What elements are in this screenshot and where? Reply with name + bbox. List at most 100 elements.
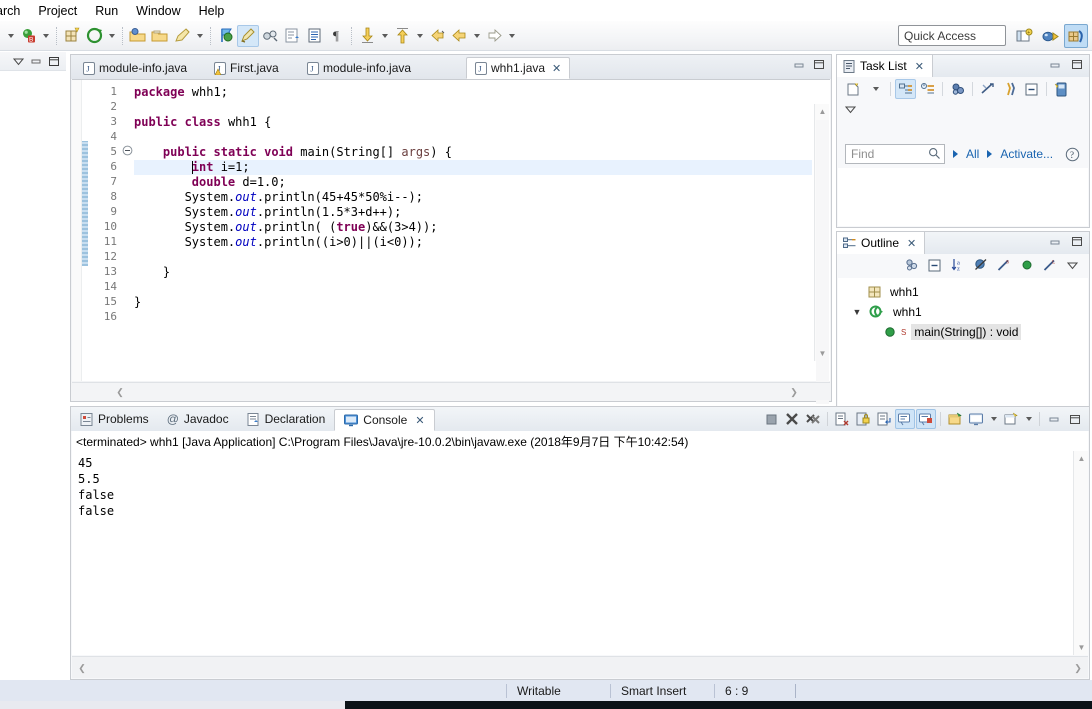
terminate-square-icon[interactable] — [761, 409, 781, 429]
down-arrow-yellow-icon[interactable] — [356, 25, 378, 47]
package-explorer-tree[interactable] — [0, 71, 66, 680]
editor-vertical-scrollbar[interactable]: ▲ ▼ — [814, 104, 830, 404]
task-list-content[interactable] — [838, 168, 1088, 226]
scroll-down-arrow[interactable]: ▼ — [1074, 640, 1089, 655]
editor-tab-whh1-java[interactable]: J whh1.java ✕ — [466, 57, 571, 79]
task-list-tab[interactable]: Task List ✕ — [837, 55, 933, 77]
task-repository-icon[interactable] — [1051, 79, 1072, 99]
hide-fields-icon[interactable] — [970, 255, 991, 275]
debug-bug-icon[interactable]: B — [17, 25, 39, 47]
new-wizard-dropdown[interactable] — [4, 25, 17, 47]
close-icon[interactable]: ✕ — [915, 60, 924, 73]
scheduled-presentation-icon[interactable] — [917, 79, 938, 99]
outline-node-method[interactable]: S main(String[]) : void — [838, 322, 1088, 342]
new-task-icon[interactable] — [843, 79, 864, 99]
synchronize-icon[interactable] — [977, 79, 998, 99]
link-chain-icon[interactable] — [259, 25, 281, 47]
back-arrow-icon[interactable] — [448, 25, 470, 47]
close-icon[interactable]: ✕ — [552, 62, 561, 75]
close-icon[interactable]: ✕ — [415, 414, 424, 427]
filter-all-link[interactable]: All — [966, 147, 979, 161]
word-wrap-icon[interactable] — [874, 409, 894, 429]
debug-dropdown[interactable] — [39, 25, 52, 47]
chevron-down-icon[interactable]: ▼ — [850, 307, 864, 317]
minimize-icon[interactable] — [1049, 60, 1061, 70]
maximize-icon[interactable] — [1065, 409, 1085, 429]
previous-annotation-dropdown[interactable] — [413, 25, 426, 47]
fold-collapse-icon[interactable] — [122, 145, 134, 160]
back-history-dropdown[interactable] — [470, 25, 483, 47]
display-console-dropdown[interactable] — [987, 409, 1000, 429]
menu-item-run[interactable]: Run — [86, 2, 127, 20]
new-package-icon[interactable] — [61, 25, 83, 47]
pilcrow-icon[interactable]: ¶ — [325, 25, 347, 47]
search-flag-icon[interactable] — [215, 25, 237, 47]
search-icon[interactable] — [928, 147, 941, 160]
scroll-down-arrow[interactable]: ▼ — [815, 346, 830, 361]
external-tools-dropdown[interactable] — [193, 25, 206, 47]
new-task-dropdown[interactable] — [865, 79, 886, 99]
scroll-right-arrow[interactable]: ❯ — [1070, 659, 1086, 677]
code-line[interactable]: System.out.println(45+45*50%i--); — [134, 190, 812, 205]
minimize-icon[interactable] — [1044, 409, 1064, 429]
collapse-all-icon[interactable] — [924, 255, 945, 275]
display-console-icon[interactable] — [966, 409, 986, 429]
declaration-icon[interactable] — [281, 25, 303, 47]
code-line[interactable]: System.out.println(1.5*3+d++); — [134, 205, 812, 220]
next-annotation-dropdown[interactable] — [378, 25, 391, 47]
close-icon[interactable]: ✕ — [907, 237, 916, 250]
code-line[interactable]: System.out.println((i>0)||(i<0)); — [134, 235, 812, 250]
menu-item-help[interactable]: Help — [190, 2, 234, 20]
clear-console-icon[interactable] — [832, 409, 852, 429]
code-line[interactable] — [134, 250, 812, 265]
editor-tab-module-info-2[interactable]: J module-info.java — [299, 57, 419, 79]
remove-all-xx-icon[interactable] — [803, 409, 823, 429]
view-menu-icon[interactable] — [845, 105, 856, 114]
open-console-icon[interactable] — [1001, 409, 1021, 429]
last-edit-location-icon[interactable] — [426, 25, 448, 47]
code-line[interactable]: System.out.println( (true)&&(3>4)); — [134, 220, 812, 235]
activate-link[interactable]: Activate... — [1000, 147, 1053, 161]
console-output[interactable]: 45 5.5 false false — [72, 451, 1073, 655]
categorized-presentation-icon[interactable] — [895, 79, 916, 99]
menu-item-search[interactable]: arch — [0, 2, 29, 20]
forward-history-dropdown[interactable] — [505, 25, 518, 47]
open-type-folder-icon[interactable] — [127, 25, 149, 47]
maximize-icon[interactable] — [1071, 236, 1083, 247]
tab-declaration[interactable]: Declaration — [238, 407, 335, 431]
code-line[interactable] — [134, 130, 812, 145]
editor-tab-first-java[interactable]: J First.java — [206, 57, 287, 79]
collapse-all-icon[interactable] — [1021, 79, 1042, 99]
debug-perspective-icon[interactable] — [1038, 24, 1062, 48]
code-line[interactable]: } — [134, 265, 812, 280]
open-perspective-icon[interactable]: + — [1012, 24, 1036, 48]
code-line[interactable]: int i=1; — [134, 160, 812, 175]
focus-task-icon[interactable] — [901, 255, 922, 275]
show-on-error-icon[interactable] — [916, 409, 936, 429]
hide-local-icon[interactable]: L — [1039, 255, 1060, 275]
code-line[interactable]: public static void main(String[] args) { — [134, 145, 812, 160]
code-line[interactable] — [134, 100, 812, 115]
forward-arrow-icon[interactable] — [483, 25, 505, 47]
lines-doc-icon[interactable] — [303, 25, 325, 47]
scroll-thumb[interactable] — [816, 120, 829, 404]
pin-console-icon[interactable] — [945, 409, 965, 429]
open-task-folder-icon[interactable] — [149, 25, 171, 47]
outline-tab[interactable]: Outline ✕ — [837, 232, 926, 254]
pencil-icon[interactable] — [171, 25, 193, 47]
code-line[interactable]: public class whh1 { — [134, 115, 812, 130]
minimize-icon[interactable] — [1049, 237, 1061, 247]
scroll-left-arrow[interactable]: ❮ — [112, 383, 128, 401]
code-line[interactable] — [134, 280, 812, 295]
tab-javadoc[interactable]: @ Javadoc — [158, 407, 238, 431]
hide-nonpublic-icon[interactable] — [1016, 255, 1037, 275]
scroll-lock-icon[interactable] — [853, 409, 873, 429]
show-on-output-icon[interactable] — [895, 409, 915, 429]
maximize-icon[interactable] — [48, 56, 60, 67]
maximize-icon[interactable] — [1071, 59, 1083, 70]
hide-static-icon[interactable]: S — [993, 255, 1014, 275]
open-console-dropdown[interactable] — [1022, 409, 1035, 429]
java-perspective-icon[interactable] — [1064, 24, 1088, 48]
console-horizontal-scrollbar[interactable]: ❮ ❯ — [72, 656, 1088, 678]
remove-x-icon[interactable] — [782, 409, 802, 429]
